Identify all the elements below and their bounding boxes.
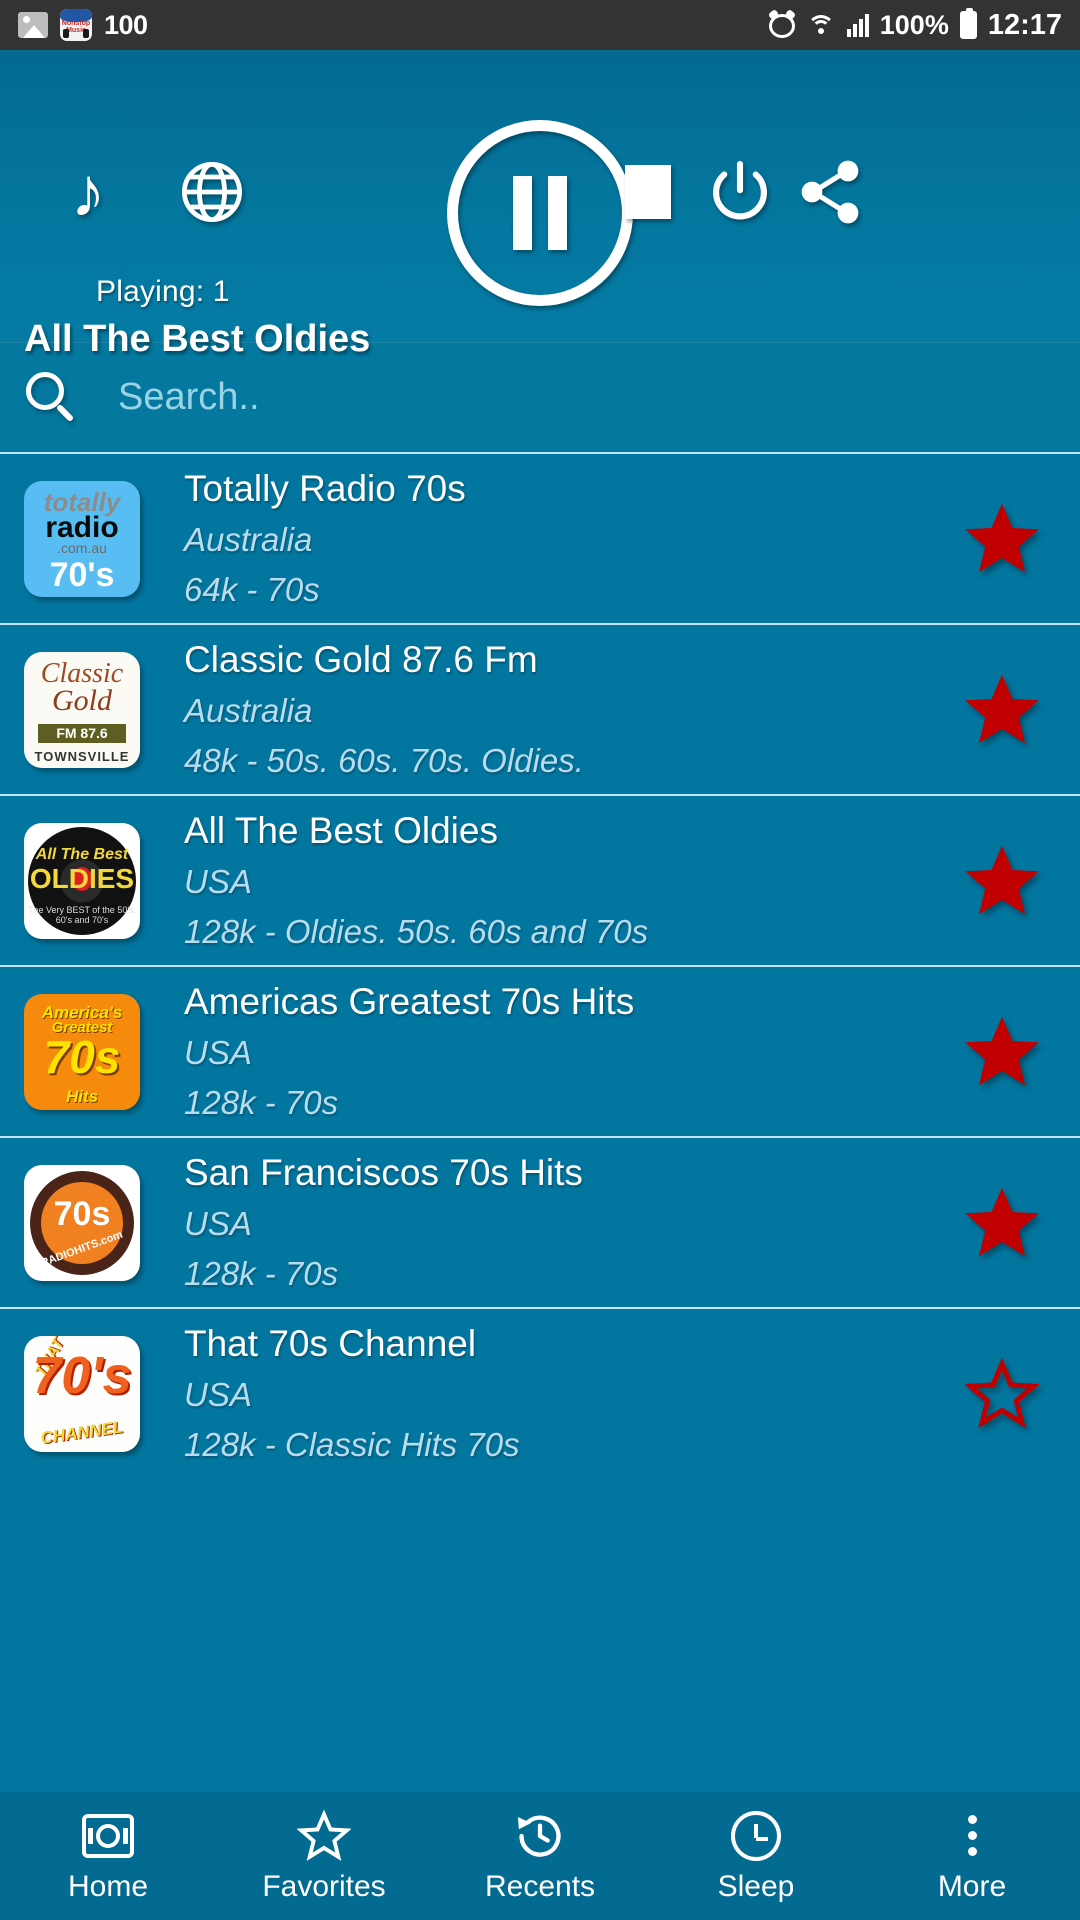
nav-item-favorites[interactable]: Favorites [216, 1809, 432, 1903]
stop-button[interactable] [608, 156, 688, 228]
alarm-icon [767, 8, 796, 38]
station-info: 64k - 70s [184, 570, 320, 608]
nav-label-sleep: Sleep [717, 1869, 795, 1903]
nav-item-home[interactable]: Home [0, 1810, 216, 1903]
star-icon [965, 1187, 1039, 1256]
star-icon [965, 674, 1039, 743]
nav-item-recents[interactable]: Recents [432, 1810, 648, 1903]
radio-home-icon [82, 1810, 134, 1862]
favorite-toggle[interactable] [942, 1187, 1062, 1259]
station-name: That 70s Channel [184, 1322, 477, 1364]
history-icon [513, 1810, 567, 1862]
star-icon [965, 503, 1039, 572]
wifi-icon [806, 13, 836, 37]
nav-label-recents: Recents [484, 1869, 596, 1903]
station-name: Totally Radio 70s [184, 467, 466, 509]
station-country: USA [184, 862, 252, 900]
totally-radio-70s-logo: totally radio .com.au 70's [24, 480, 140, 597]
star-icon [965, 845, 1039, 914]
station-name: All The Best Oldies [184, 809, 498, 851]
player-panel: ♪ Playing: 1 All The Best Oldies [0, 50, 1080, 360]
clock-icon [731, 1810, 781, 1862]
nonstop-music-app-icon: Nonstop Music [60, 9, 92, 41]
globe-icon[interactable] [172, 156, 252, 228]
americas-greatest-70s-hits-logo: America's Greatest 70s Hits [24, 993, 140, 1110]
station-info: 128k - Oldies. 50s. 60s and 70s [184, 912, 649, 950]
table-row[interactable]: All The Best OLDIES The Very BEST of the… [0, 794, 1080, 965]
bottom-navigation: Home Favorites Recents Sleep More [0, 1792, 1080, 1920]
share-button[interactable] [790, 156, 870, 228]
station-name: Classic Gold 87.6 Fm [184, 638, 538, 680]
status-clock: 12:17 [987, 8, 1062, 41]
all-the-best-oldies-logo: All The Best OLDIES The Very BEST of the… [24, 822, 140, 939]
overflow-dots-icon [967, 1810, 977, 1862]
nav-label-favorites: Favorites [262, 1869, 386, 1903]
table-row[interactable]: totally radio .com.au 70's Totally Radio… [0, 452, 1080, 623]
station-info: 48k - 50s. 60s. 70s. Oldies. [184, 741, 584, 779]
favorite-toggle[interactable] [942, 1016, 1062, 1088]
music-note-icon[interactable]: ♪ [48, 156, 128, 228]
star-outline-icon [965, 1357, 1039, 1428]
status-bar: Nonstop Music 100 100% 12:17 [0, 0, 1080, 50]
favorite-toggle[interactable] [942, 1357, 1062, 1430]
favorite-toggle[interactable] [942, 845, 1062, 917]
station-name: Americas Greatest 70s Hits [184, 980, 635, 1022]
search-input[interactable] [118, 376, 1056, 419]
station-info: 128k - 70s [184, 1254, 339, 1292]
favorite-toggle[interactable] [942, 674, 1062, 746]
table-row[interactable]: Classic Gold FM 87.6 TOWNSVILLE Classic … [0, 623, 1080, 794]
signal-icon [846, 13, 869, 37]
station-country: USA [184, 1033, 252, 1071]
notification-count: 100 [104, 9, 148, 40]
nav-label-more: More [937, 1869, 1007, 1903]
gallery-icon [18, 12, 48, 38]
power-button[interactable] [700, 156, 780, 228]
star-icon [965, 1016, 1039, 1085]
table-row[interactable]: THAT 70's CHANNEL That 70s Channel USA 1… [0, 1307, 1080, 1478]
station-info: 128k - Classic Hits 70s [184, 1425, 520, 1463]
nav-label-home: Home [67, 1869, 149, 1903]
that-70s-channel-logo: THAT 70's CHANNEL [24, 1335, 140, 1452]
classic-gold-logo: Classic Gold FM 87.6 TOWNSVILLE [24, 651, 140, 768]
favorite-toggle[interactable] [942, 503, 1062, 575]
table-row[interactable]: America's Greatest 70s Hits Americas Gre… [0, 965, 1080, 1136]
search-icon [24, 370, 80, 426]
station-country: Australia [184, 691, 313, 729]
playing-count-label: Playing: 1 [96, 275, 230, 308]
star-icon [297, 1809, 351, 1862]
san-franciscos-70s-hits-logo: 70s RADIOHITS.com [24, 1164, 140, 1281]
station-info: 128k - 70s [184, 1083, 339, 1121]
table-row[interactable]: 70s RADIOHITS.com San Franciscos 70s Hit… [0, 1136, 1080, 1307]
station-name: San Franciscos 70s Hits [184, 1151, 583, 1193]
station-list[interactable]: totally radio .com.au 70's Totally Radio… [0, 452, 1080, 1792]
battery-icon [959, 8, 977, 39]
now-playing-title: All The Best Oldies [24, 318, 371, 360]
station-country: Australia [184, 520, 313, 558]
battery-percent: 100% [879, 9, 949, 40]
pause-button[interactable] [447, 120, 633, 306]
station-country: USA [184, 1204, 252, 1242]
nav-item-more[interactable]: More [864, 1810, 1080, 1903]
station-country: USA [184, 1375, 252, 1413]
nav-item-sleep[interactable]: Sleep [648, 1810, 864, 1903]
